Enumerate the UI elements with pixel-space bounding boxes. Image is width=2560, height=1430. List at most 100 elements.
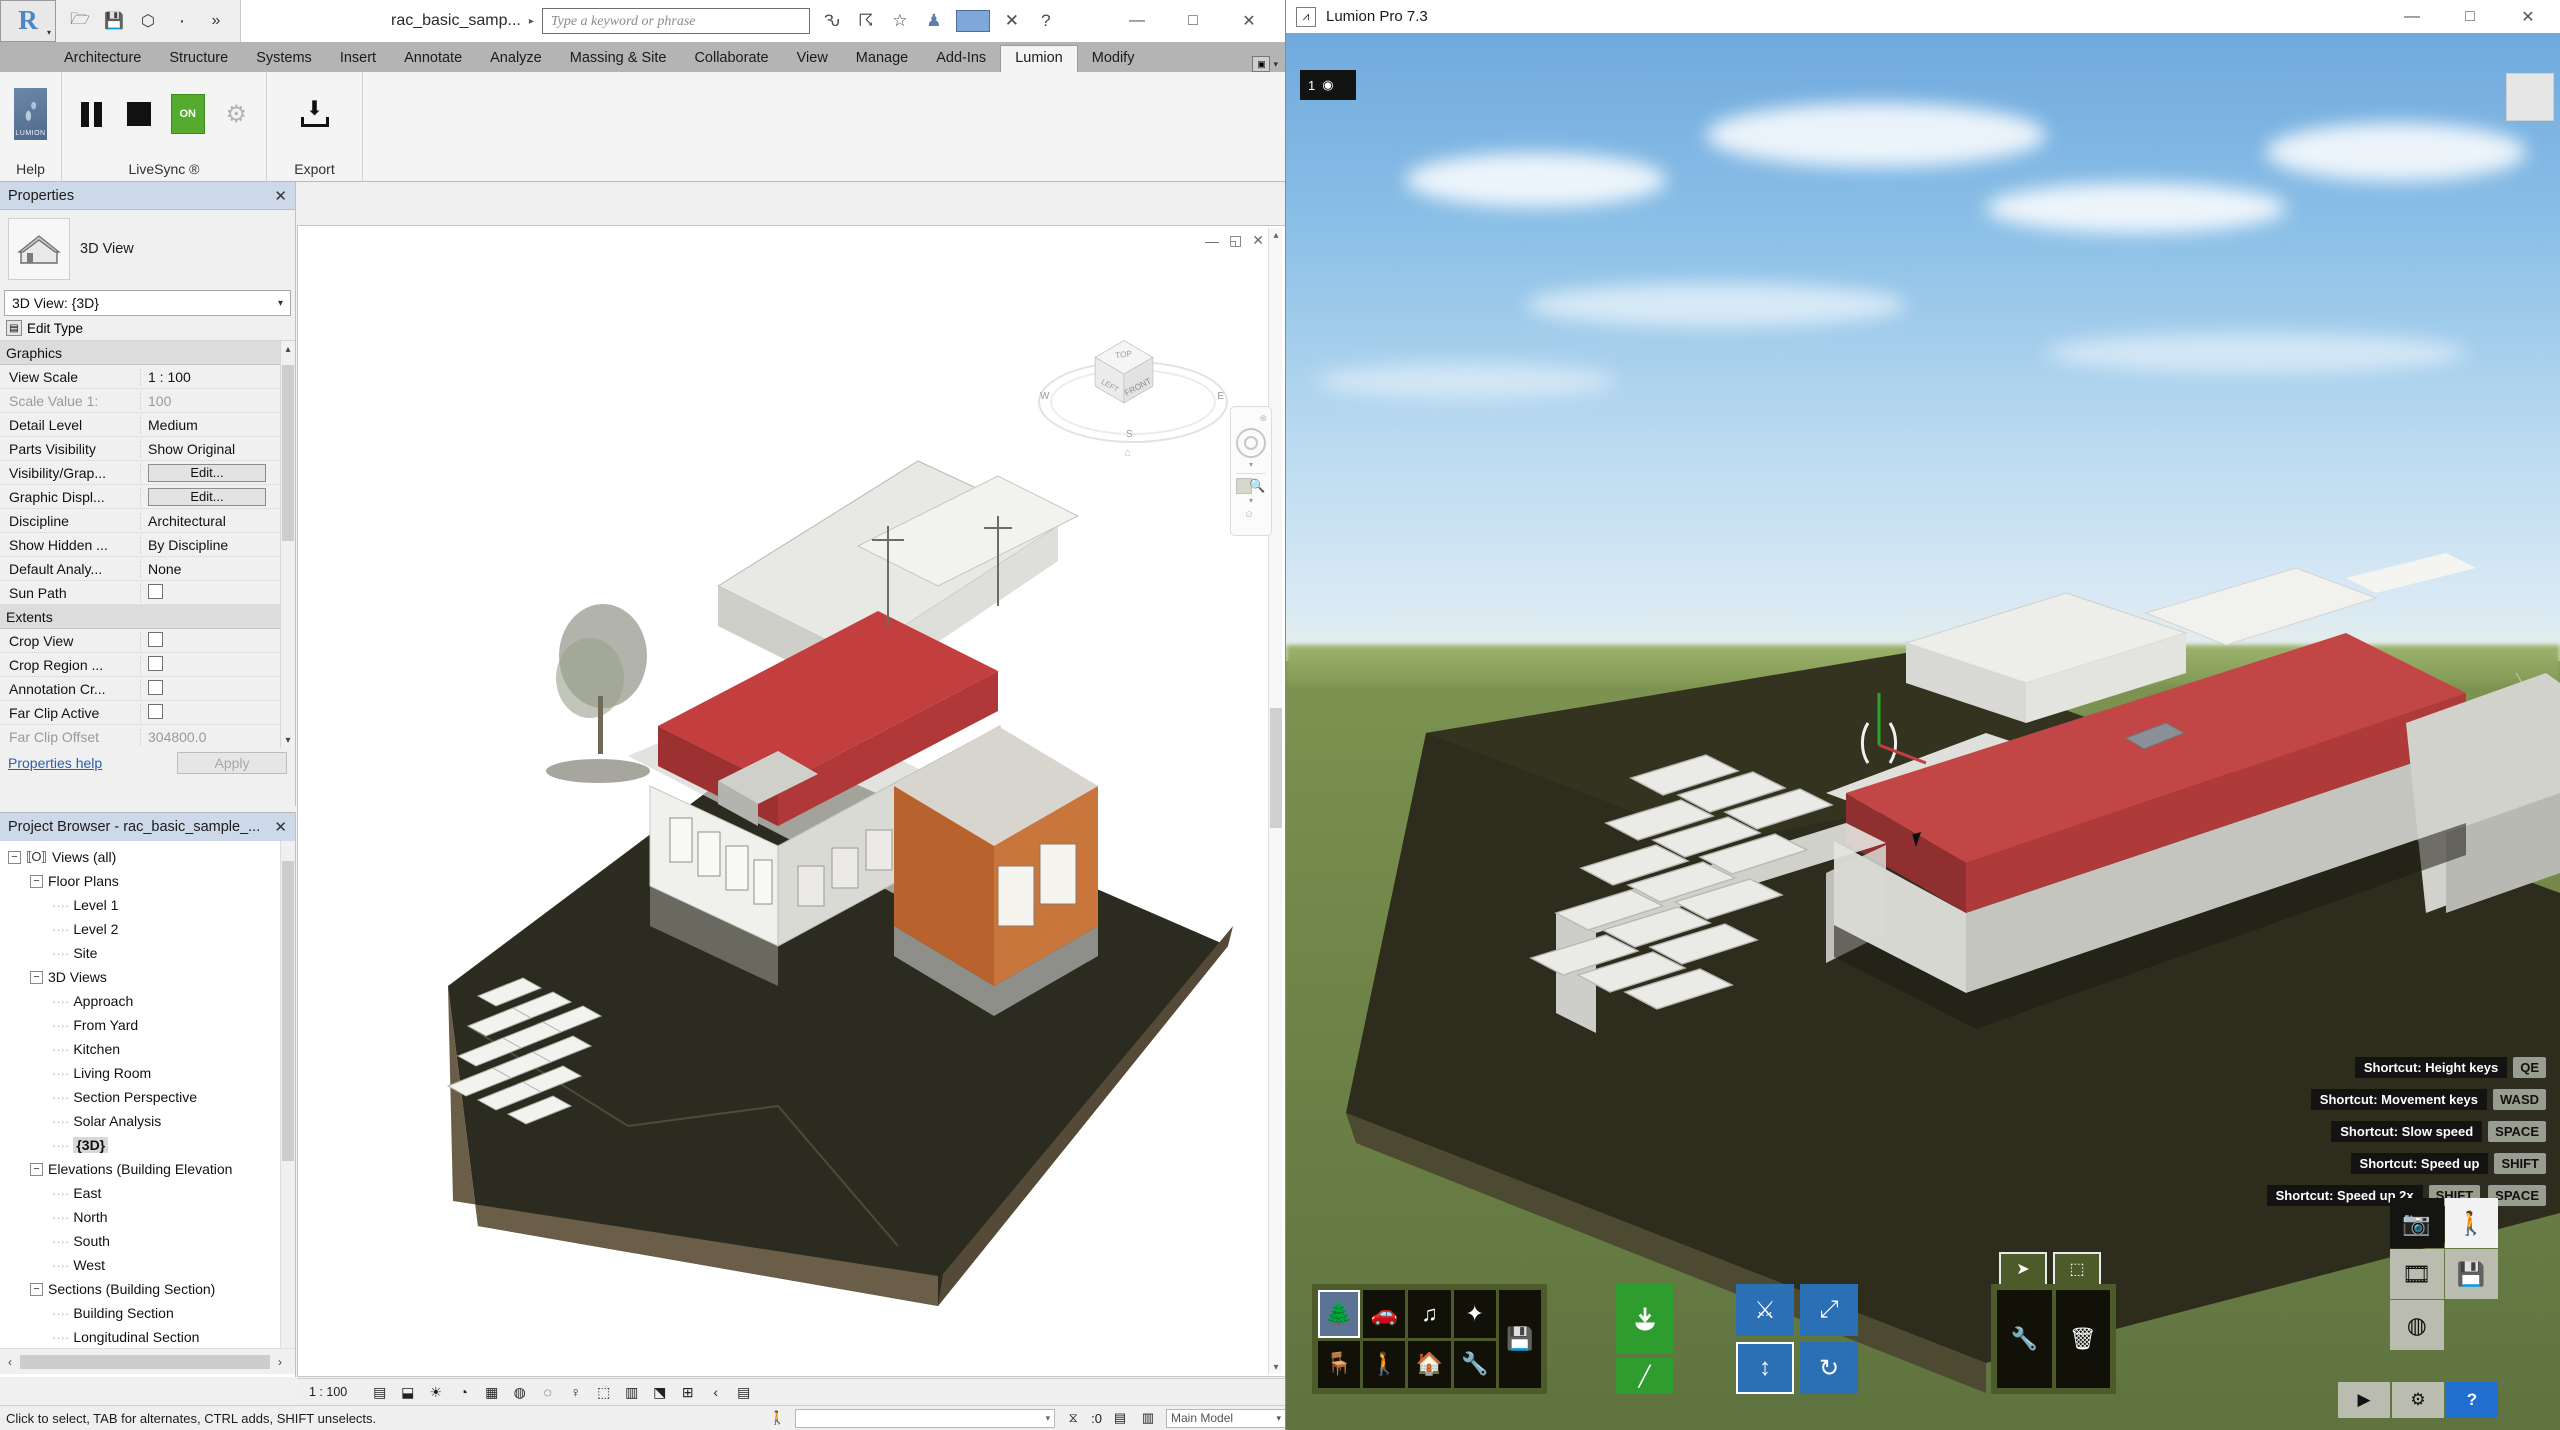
ribbon-collapse-icon[interactable]: ▣: [1252, 56, 1271, 72]
place-object-tile[interactable]: [1616, 1284, 1673, 1354]
worksharing-icon[interactable]: ⬔: [650, 1383, 669, 1402]
property-value[interactable]: By Discipline: [140, 536, 295, 553]
view-cube-label-e[interactable]: E: [1217, 391, 1224, 402]
ribbon-tab-insert[interactable]: Insert: [326, 46, 390, 72]
properties-type-selector[interactable]: 3D View: {3D} ▾: [4, 290, 291, 316]
transport-tile[interactable]: 🚗: [1363, 1290, 1406, 1338]
ribbon-tab-lumion[interactable]: Lumion: [1000, 45, 1078, 72]
ribbon-tab-manage[interactable]: Manage: [842, 46, 922, 72]
tree-expander-icon[interactable]: −: [30, 874, 43, 888]
navbar-close-icon[interactable]: ⊗: [1259, 413, 1267, 424]
visual-style-icon[interactable]: ⬓: [398, 1383, 417, 1402]
ribbon-tab-modify[interactable]: Modify: [1078, 46, 1149, 72]
movie-mode-tile[interactable]: 🎞: [2390, 1249, 2444, 1299]
zoom-dropdown-icon[interactable]: ▾: [1249, 496, 1253, 505]
tree-item[interactable]: ···· Level 2: [0, 917, 295, 941]
property-value[interactable]: [140, 583, 295, 602]
tree-expander-icon[interactable]: −: [30, 970, 43, 984]
constraints-icon[interactable]: ‹: [706, 1383, 725, 1402]
property-value[interactable]: 100: [140, 392, 295, 409]
properties-help-link[interactable]: Properties help: [8, 755, 102, 771]
search-binoculars-icon[interactable]: Ԅ: [820, 9, 844, 33]
lumion-close-button[interactable]: ✕: [2518, 7, 2538, 27]
view-cube-box[interactable]: TOP LEFT FRONT: [1086, 333, 1162, 409]
tree-item[interactable]: ···· {3D}: [0, 1133, 295, 1157]
ribbon-tab-analyze[interactable]: Analyze: [476, 46, 556, 72]
user-account-icon[interactable]: ♟: [922, 9, 946, 33]
view-cube-label-s[interactable]: S: [1126, 429, 1133, 440]
property-value[interactable]: [140, 703, 295, 722]
reveal-hidden-icon[interactable]: ▥: [622, 1383, 641, 1402]
property-row[interactable]: Graphic Displ... Edit...: [0, 485, 295, 509]
help-icon[interactable]: ?: [1034, 9, 1058, 33]
tree-item[interactable]: ···· Site: [0, 941, 295, 965]
zoom-region-icon[interactable]: 🔍: [1236, 478, 1266, 494]
tree-item[interactable]: ···· South: [0, 1229, 295, 1253]
tree-item[interactable]: ···· North: [0, 1205, 295, 1229]
rotate-tile[interactable]: ↻: [1800, 1342, 1858, 1394]
navigation-bar[interactable]: ⊗ ▾ 🔍 ▾ ⊙: [1230, 406, 1272, 536]
signin-field-icon[interactable]: [955, 10, 990, 32]
delete-tile[interactable]: 🗑: [2055, 1290, 2110, 1388]
select-box-tile[interactable]: ⬚: [2053, 1252, 2101, 1284]
view-cube-label-w[interactable]: W: [1040, 391, 1049, 402]
project-browser-hscrollbar[interactable]: ‹ ›: [0, 1348, 295, 1374]
property-row[interactable]: Annotation Cr...: [0, 677, 295, 701]
tree-item[interactable]: ···· Approach: [0, 989, 295, 1013]
ribbon-tab-systems[interactable]: Systems: [242, 46, 326, 72]
revit-close-button[interactable]: ✕: [1238, 11, 1260, 31]
more-dot-icon[interactable]: ·: [170, 9, 194, 33]
property-edit-button[interactable]: Edit...: [148, 463, 266, 482]
property-row[interactable]: Default Analy... None: [0, 557, 295, 581]
property-row[interactable]: Crop View: [0, 629, 295, 653]
crop-region-icon[interactable]: ◌: [538, 1383, 557, 1402]
height-tile[interactable]: ↕: [1736, 1342, 1794, 1394]
sound-tile[interactable]: ♫: [1408, 1290, 1451, 1338]
expand-icon[interactable]: ▤: [734, 1383, 753, 1402]
properties-scroll-thumb[interactable]: [282, 365, 294, 541]
filter-funnel-icon[interactable]: ⧖: [1063, 1409, 1083, 1428]
tree-expander-icon[interactable]: −: [30, 1162, 43, 1176]
property-group-graphics[interactable]: Graphics⌃: [0, 341, 295, 365]
lumion-maximize-button[interactable]: □: [2460, 8, 2480, 26]
lumion-minimize-button[interactable]: —: [2402, 8, 2422, 26]
ribbon-tab-collaborate[interactable]: Collaborate: [680, 46, 782, 72]
property-value[interactable]: [140, 631, 295, 650]
lock-3d-view-icon[interactable]: ♀: [566, 1383, 585, 1402]
lumion-panel-logo-icon[interactable]: LUMION: [14, 88, 47, 140]
property-row[interactable]: Crop Region ...: [0, 653, 295, 677]
property-checkbox[interactable]: [148, 583, 163, 599]
properties-close-icon[interactable]: ✕: [274, 187, 287, 205]
eye-icon[interactable]: ◉: [1322, 77, 1333, 93]
indoor-tile[interactable]: 🪑: [1318, 1340, 1361, 1388]
tree-item[interactable]: ···· Solar Analysis: [0, 1109, 295, 1133]
project-browser-hscroll-thumb[interactable]: [20, 1354, 270, 1369]
schedule-icon[interactable]: ▤: [1110, 1409, 1130, 1428]
main-model-selector[interactable]: Main Model ▾: [1166, 1408, 1285, 1428]
status-filter-combo[interactable]: ▾: [795, 1408, 1056, 1428]
tree-item[interactable]: ···· Building Section: [0, 1301, 295, 1325]
rendering-icon[interactable]: ▦: [482, 1383, 501, 1402]
revit-maximize-button[interactable]: □: [1182, 12, 1204, 30]
export-icon[interactable]: ⬇: [300, 99, 329, 127]
livesync-stop-button[interactable]: [124, 95, 156, 133]
ribbon-collapse-dropdown-icon[interactable]: ▾: [1273, 59, 1278, 70]
photo-mode-tile[interactable]: 📷: [2390, 1198, 2444, 1248]
revit-drawing-area[interactable]: — ◱ ✕ ▴ ▾ TOP LEFT FRONT W E S ⌂ ⊗ ▾ 🔍 ▾…: [297, 225, 1285, 1377]
project-browser-vscrollbar[interactable]: [280, 841, 295, 1348]
tree-item[interactable]: − ⟦O⟧ Views (all): [0, 845, 295, 869]
ribbon-tab-architecture[interactable]: Architecture: [50, 46, 155, 72]
tree-expander-icon[interactable]: −: [30, 1282, 43, 1296]
property-row[interactable]: Show Hidden ... By Discipline: [0, 533, 295, 557]
livesync-on-toggle[interactable]: ON: [171, 94, 205, 134]
properties-tile[interactable]: 🔧: [1997, 1290, 2052, 1388]
property-row[interactable]: Sun Path: [0, 581, 295, 605]
outdoor-tile[interactable]: 🏠: [1408, 1340, 1451, 1388]
save-tile[interactable]: 💾: [2444, 1249, 2498, 1299]
property-checkbox[interactable]: [148, 703, 163, 719]
shadows-icon[interactable]: ◔: [454, 1383, 473, 1402]
revit-logo-icon[interactable]: R ▾: [0, 0, 56, 42]
help-tile[interactable]: ?: [2446, 1382, 2498, 1418]
ribbon-tab-annotate[interactable]: Annotate: [390, 46, 476, 72]
scroll-left-icon[interactable]: ‹: [0, 1355, 20, 1369]
